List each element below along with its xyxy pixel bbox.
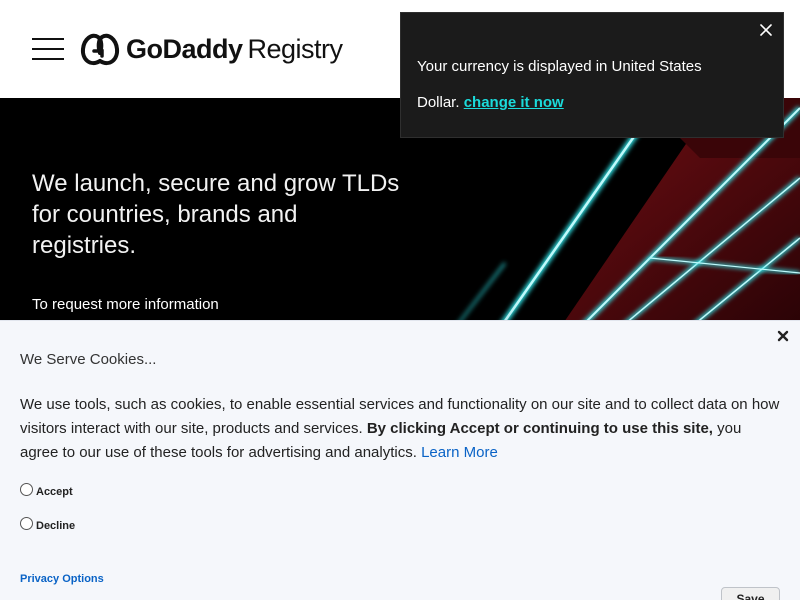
hero-subtext: To request more information (32, 296, 219, 313)
hero-heading: We launch, secure and grow TLDs for coun… (32, 170, 400, 259)
cookie-description: We use tools, such as cookies, to enable… (20, 393, 780, 465)
logo-suffix: Registry (247, 33, 344, 64)
change-currency-link[interactable]: change it now (464, 94, 564, 111)
menu-icon[interactable] (32, 38, 64, 60)
decline-radio[interactable] (20, 517, 33, 530)
cookie-banner: We Serve Cookies... We use tools, such a… (0, 320, 800, 600)
logo-brand: GoDaddy (126, 33, 243, 64)
brand-logo[interactable]: GoDaddy Registry (80, 30, 343, 68)
cookie-title: We Serve Cookies... (20, 351, 157, 368)
cookie-body-bold: By clicking Accept or continuing to use … (366, 420, 713, 437)
accept-option[interactable]: Accept (20, 481, 73, 498)
decline-option[interactable]: Decline (20, 515, 75, 532)
logo-wordmark: GoDaddy Registry (126, 34, 343, 65)
accept-radio[interactable] (20, 483, 33, 496)
close-icon[interactable] (759, 23, 773, 37)
accept-label[interactable]: Accept (36, 486, 73, 498)
currency-toast: Your currency is displayed in United Sta… (400, 12, 784, 138)
save-button[interactable]: Save (721, 587, 780, 600)
privacy-options-link[interactable]: Privacy Options (20, 573, 104, 585)
currency-message: Your currency is displayed in United Sta… (417, 49, 747, 121)
godaddy-logo-icon (80, 33, 120, 66)
close-icon[interactable] (776, 329, 790, 343)
decline-label[interactable]: Decline (36, 520, 75, 532)
learn-more-link[interactable]: Learn More (421, 444, 498, 461)
